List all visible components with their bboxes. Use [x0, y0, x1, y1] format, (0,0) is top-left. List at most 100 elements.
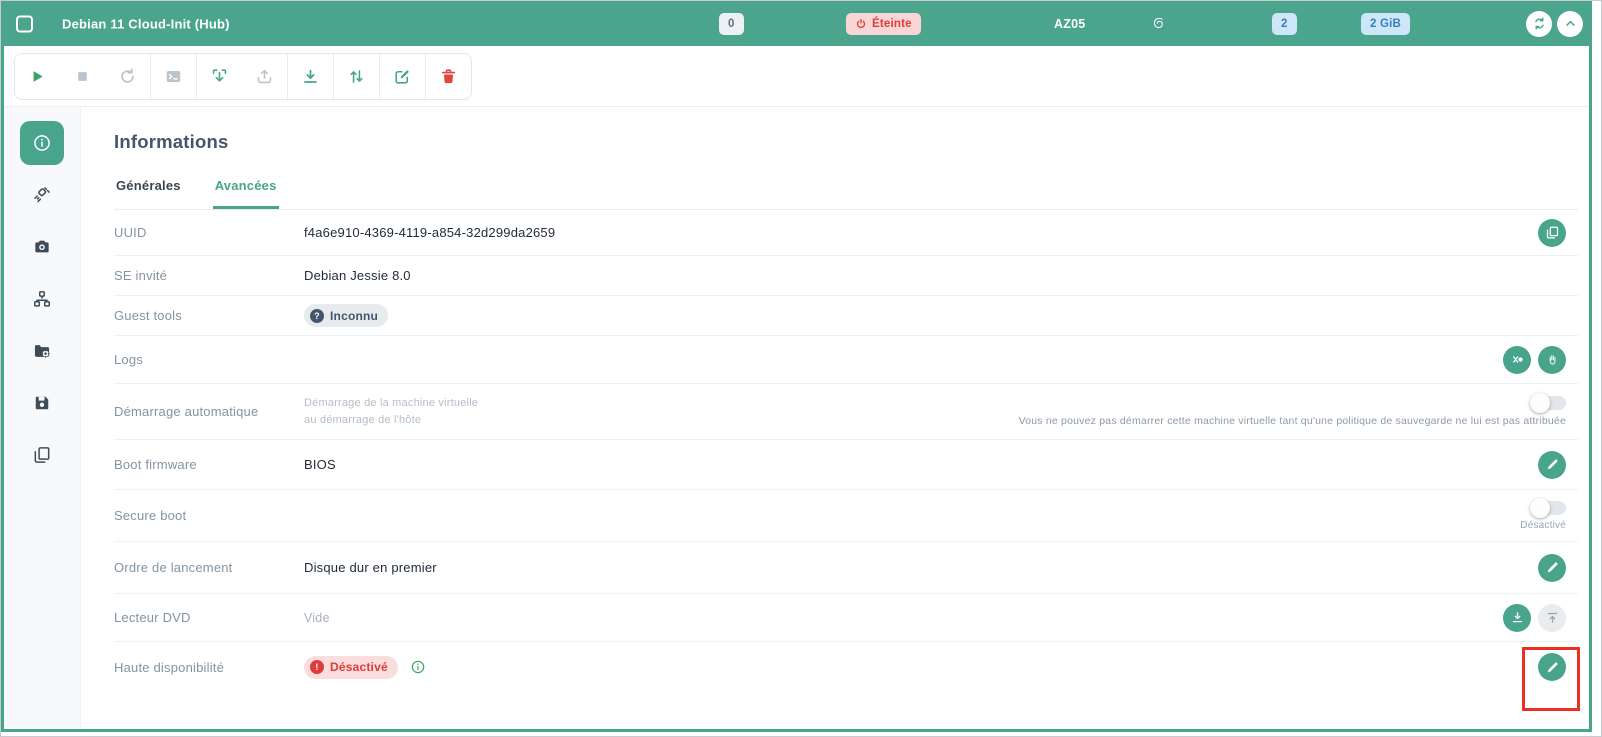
dvd-drive-value: Vide — [304, 611, 1503, 625]
info-rows: UUID f4a6e910-4369-4119-a854-32d299da265… — [114, 210, 1578, 692]
row-label: Lecteur DVD — [114, 610, 304, 625]
cables-icon — [32, 185, 52, 205]
copy-icon — [32, 445, 52, 465]
edit-boot-order-button[interactable] — [1538, 554, 1566, 582]
info-circle-icon — [410, 659, 426, 675]
row-label: Logs — [114, 352, 304, 367]
vm-select-checkbox[interactable] — [16, 15, 33, 32]
logs-report-button[interactable] — [1503, 346, 1531, 374]
high-availability-badge: ! Désactivé — [304, 656, 398, 679]
auto-start-description: Démarrage de la machine virtuelle au dém… — [304, 395, 1019, 428]
edit-vm-button[interactable] — [380, 54, 425, 99]
camera-icon — [32, 237, 52, 257]
row-boot-order: Ordre de lancement Disque dur en premier — [114, 542, 1578, 594]
row-label: Démarrage automatique — [114, 404, 304, 419]
row-dvd-drive: Lecteur DVD Vide — [114, 594, 1578, 642]
console-button[interactable] — [151, 54, 196, 99]
refresh-icon — [1532, 16, 1547, 31]
upload-button[interactable] — [242, 54, 287, 99]
start-vm-button[interactable] — [15, 54, 60, 99]
row-uuid: UUID f4a6e910-4369-4119-a854-32d299da265… — [114, 210, 1578, 256]
report-icon — [1510, 352, 1525, 367]
delete-vm-button[interactable] — [426, 54, 471, 99]
toggle-knob — [1530, 393, 1550, 413]
import-button[interactable] — [197, 54, 242, 99]
edit-boot-firmware-button[interactable] — [1538, 451, 1566, 479]
vm-header-bar: Debian 11 Cloud-Init (Hub) 0 Éteinte AZ0… — [1, 1, 1592, 46]
secure-boot-state-label: Désactivé — [1520, 520, 1566, 531]
row-auto-start: Démarrage automatique Démarrage de la ma… — [114, 384, 1578, 440]
console-icon — [164, 67, 183, 86]
secure-boot-toggle[interactable] — [1532, 501, 1566, 515]
sidebar-item-informations[interactable] — [20, 121, 64, 165]
guest-tools-badge: ? Inconnu — [304, 304, 388, 327]
export-button[interactable] — [288, 54, 333, 99]
migrate-button[interactable] — [334, 54, 379, 99]
arrow-down-bracket-icon — [210, 67, 229, 86]
row-label: SE invité — [114, 268, 304, 283]
play-icon — [28, 67, 47, 86]
download-icon — [301, 67, 320, 86]
page-title: Informations — [114, 131, 1578, 153]
row-label: Boot firmware — [114, 457, 304, 472]
boot-order-value: Disque dur en premier — [304, 560, 1538, 575]
sidebar-item-devices[interactable] — [20, 173, 64, 217]
edit-square-icon — [393, 67, 412, 86]
pencil-icon — [1545, 660, 1560, 675]
boot-firmware-value: BIOS — [304, 457, 1538, 472]
guest-os-value: Debian Jessie 8.0 — [304, 268, 1566, 283]
informations-panel: Informations Générales Avancées UUID f4a… — [81, 107, 1589, 729]
ram-badge: 2 GiB — [1361, 13, 1410, 35]
auto-start-toggle[interactable] — [1532, 396, 1566, 410]
row-label: Haute disponibilité — [114, 660, 304, 675]
copy-uuid-button[interactable] — [1538, 219, 1566, 247]
row-logs: Logs — [114, 336, 1578, 384]
power-state-badge: Éteinte — [846, 13, 921, 35]
auto-start-warning: Vous ne pouvez pas démarrer cette machin… — [1019, 415, 1566, 427]
sidebar-item-network[interactable] — [20, 277, 64, 321]
hand-icon — [1545, 352, 1560, 367]
uuid-value: f4a6e910-4369-4119-a854-32d299da2659 — [304, 225, 1538, 240]
vm-action-toolbar — [14, 53, 472, 100]
power-icon — [855, 18, 867, 30]
sidebar-item-backup[interactable] — [20, 329, 64, 373]
vcpu-badge: 2 — [1272, 13, 1297, 35]
trash-icon — [439, 67, 458, 86]
sidebar-item-storage[interactable] — [20, 381, 64, 425]
arrows-up-down-icon — [347, 67, 366, 86]
eject-dvd-button[interactable] — [1538, 604, 1566, 632]
tab-generales[interactable]: Générales — [114, 178, 183, 209]
row-label: Guest tools — [114, 308, 304, 323]
pencil-icon — [1545, 457, 1560, 472]
tab-avancees[interactable]: Avancées — [213, 178, 279, 209]
chevron-up-icon — [1563, 16, 1578, 31]
question-icon: ? — [310, 309, 324, 323]
row-label: UUID — [114, 225, 304, 240]
vm-sidebar — [4, 107, 81, 729]
sidebar-item-snapshots[interactable] — [20, 225, 64, 269]
row-high-availability: Haute disponibilité ! Désactivé — [114, 642, 1578, 692]
snapshot-count-badge: 0 — [719, 13, 744, 35]
tabbar: Générales Avancées — [114, 178, 1578, 210]
row-guest-tools: Guest tools ? Inconnu — [114, 296, 1578, 336]
sidebar-item-duplicate[interactable] — [20, 433, 64, 477]
restart-vm-button[interactable] — [105, 54, 150, 99]
vm-title: Debian 11 Cloud-Init (Hub) — [62, 16, 230, 31]
toolbar-strip — [4, 46, 1589, 107]
stop-icon — [73, 67, 92, 86]
edit-high-availability-button[interactable] — [1538, 653, 1566, 681]
debian-logo-icon — [1149, 13, 1167, 35]
row-label: Ordre de lancement — [114, 560, 304, 575]
insert-dvd-button[interactable] — [1503, 604, 1531, 632]
row-guest-os: SE invité Debian Jessie 8.0 — [114, 256, 1578, 296]
row-secure-boot: Secure boot Désactivé — [114, 490, 1578, 542]
logs-hand-button[interactable] — [1538, 346, 1566, 374]
refresh-button[interactable] — [1526, 11, 1552, 37]
collapse-header-button[interactable] — [1557, 11, 1583, 37]
exclamation-icon: ! — [310, 660, 324, 674]
stop-vm-button[interactable] — [60, 54, 105, 99]
app-window: Debian 11 Cloud-Init (Hub) 0 Éteinte AZ0… — [0, 0, 1602, 737]
restart-icon — [118, 67, 137, 86]
toggle-knob — [1530, 498, 1550, 518]
insert-icon — [1510, 610, 1525, 625]
